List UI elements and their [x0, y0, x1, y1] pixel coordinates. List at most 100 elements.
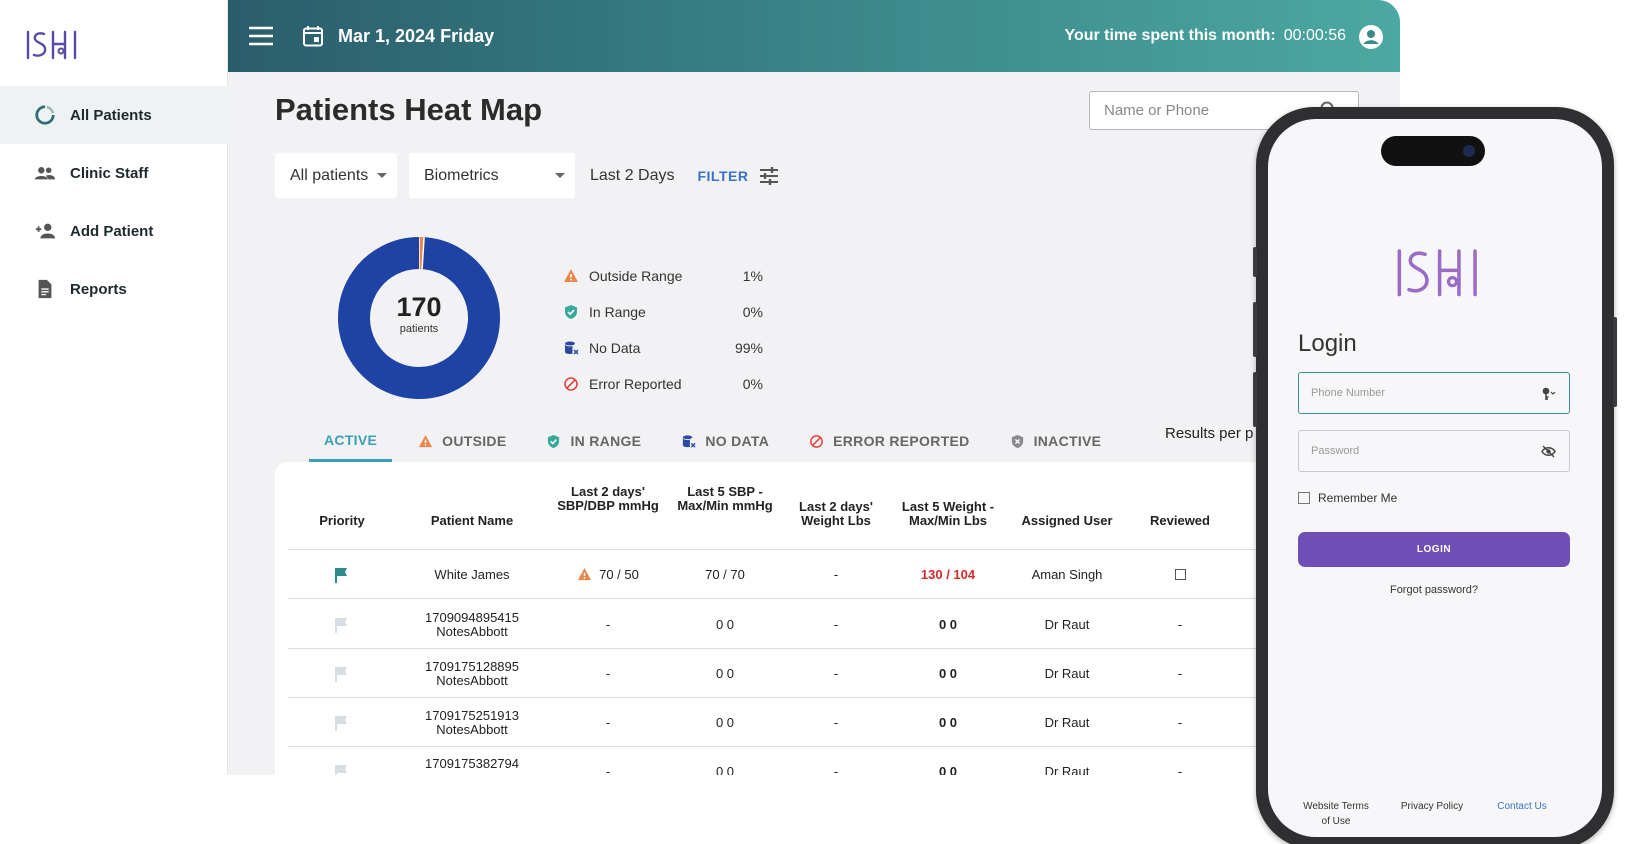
block-icon	[810, 434, 823, 448]
table-row[interactable]: 1709175251913 NotesAbbott - 0 0 - 0 0 Dr…	[288, 698, 1400, 747]
reviewed-cell: -	[1177, 714, 1183, 730]
remember-me-checkbox[interactable]	[1298, 492, 1310, 504]
patients-select[interactable]: All patients	[275, 153, 397, 198]
legend-label: In Range	[589, 304, 646, 320]
eye-off-icon[interactable]	[1541, 444, 1556, 459]
priority-cell	[302, 698, 382, 747]
hamburger-menu-icon[interactable]	[248, 26, 274, 46]
phone-number-input[interactable]: Phone Number	[1298, 372, 1570, 414]
forgot-password-link[interactable]: Forgot password?	[1298, 584, 1570, 596]
database-x-icon	[565, 341, 579, 355]
patient-name-cell[interactable]: 1709175251913 NotesAbbott	[412, 698, 532, 747]
assigned-user-cell: Dr Raut	[1044, 714, 1090, 730]
status-tabs: ACTIVE OUTSIDE IN RANGE NO DATA ERROR RE…	[309, 420, 1141, 462]
camera-icon	[1463, 145, 1475, 157]
sidebar-item-reports[interactable]: Reports	[0, 260, 228, 318]
legend-label: Error Reported	[589, 376, 682, 392]
page-title: Patients Heat Map	[275, 92, 543, 127]
ishi-logo	[1397, 249, 1477, 297]
reviewed-cell: -	[1177, 763, 1183, 775]
priority-cell	[302, 600, 382, 649]
legend-error-reported: Error Reported 0%	[563, 366, 763, 402]
reviewed-checkbox[interactable]	[1174, 569, 1186, 580]
warning-icon	[578, 567, 592, 581]
assigned-user-cell: Aman Singh	[1031, 566, 1103, 582]
add-person-icon	[35, 223, 56, 239]
sbp2-cell: -	[605, 763, 611, 775]
sidebar-item-all-patients[interactable]: All Patients	[0, 86, 228, 144]
legend-pct: 99%	[734, 340, 763, 356]
warning-icon	[564, 269, 578, 282]
sidebar-item-label: Reports	[70, 280, 127, 298]
tab-active[interactable]: ACTIVE	[309, 420, 393, 462]
priority-flag-icon[interactable]	[333, 665, 351, 683]
people-icon	[34, 167, 56, 180]
tab-error-reported[interactable]: ERROR REPORTED	[809, 420, 969, 462]
sbp5-cell: 0 0	[715, 714, 735, 730]
priority-flag-icon[interactable]	[333, 616, 351, 634]
col-header-reviewed[interactable]: Reviewed	[1140, 514, 1220, 528]
col-header-weight2[interactable]: Last 2 days' Weight Lbs	[786, 500, 886, 528]
remember-me[interactable]: Remember Me	[1298, 491, 1397, 505]
password-placeholder: Password	[1311, 445, 1360, 457]
login-title: Login	[1298, 330, 1357, 357]
col-header-priority[interactable]: Priority	[302, 514, 382, 528]
weight5-cell: 0 0	[938, 763, 958, 775]
col-header-sbp2[interactable]: Last 2 days' SBP/DBP mmHg	[553, 485, 663, 513]
shield-check-icon	[548, 434, 560, 448]
col-header-sbp5[interactable]: Last 5 SBP - Max/Min mmHg	[670, 485, 780, 513]
tab-label: NO DATA	[705, 433, 770, 449]
priority-cell	[302, 649, 382, 698]
tab-no-data[interactable]: NO DATA	[681, 420, 769, 462]
priority-cell	[302, 550, 382, 599]
filter-label: FILTER	[697, 167, 749, 184]
phone-number-placeholder: Phone Number	[1311, 387, 1385, 399]
sidebar: All Patients Clinic Staff Add Patient Re…	[0, 0, 228, 775]
weight5-cell: 0 0	[938, 665, 958, 681]
priority-flag-icon[interactable]	[333, 763, 351, 776]
stage: All Patients Clinic Staff Add Patient Re…	[0, 0, 1636, 844]
donut-total-label: patients	[399, 323, 439, 335]
ishi-logo	[26, 30, 77, 60]
priority-flag-icon[interactable]	[333, 566, 351, 584]
user-account-icon[interactable]	[1358, 24, 1384, 50]
col-header-assigned-user[interactable]: Assigned User	[1012, 514, 1122, 528]
table-row[interactable]: 1709094895415 NotesAbbott - 0 0 - 0 0 Dr…	[288, 600, 1400, 649]
tab-label: ERROR REPORTED	[833, 433, 970, 449]
sbp2-cell: -	[605, 665, 611, 681]
privacy-policy-link[interactable]: Privacy Policy	[1392, 799, 1472, 814]
patient-name-cell[interactable]: 1709175128895 NotesAbbott	[412, 649, 532, 698]
patient-name-cell[interactable]: 1709094895415 NotesAbbott	[412, 600, 532, 649]
remember-me-label: Remember Me	[1318, 491, 1398, 505]
table-row[interactable]: 1709175382794 - 0 0 - 0 0 Dr Raut -	[288, 747, 1400, 775]
shield-x-icon	[1011, 434, 1023, 448]
col-header-weight5[interactable]: Last 5 Weight - Max/Min Lbs	[893, 500, 1003, 528]
assigned-user-cell: Dr Raut	[1044, 665, 1090, 681]
category-select[interactable]: Biometrics	[409, 153, 575, 198]
sidebar-item-add-patient[interactable]: Add Patient	[0, 202, 228, 260]
weight5-cell: 0 0	[938, 616, 958, 632]
contact-us-link[interactable]: Contact Us	[1486, 799, 1558, 814]
sidebar-item-label: Clinic Staff	[70, 164, 149, 182]
patient-name-cell[interactable]: White James	[412, 550, 532, 599]
col-header-patient-name[interactable]: Patient Name	[412, 514, 532, 528]
website-terms-link[interactable]: Website Terms of Use	[1300, 799, 1372, 829]
sidebar-item-clinic-staff[interactable]: Clinic Staff	[0, 144, 228, 202]
key-icon	[1542, 387, 1556, 400]
filter-button[interactable]: FILTER	[697, 165, 780, 187]
date-range[interactable]: Last 2 Days	[590, 167, 674, 185]
phone-side-button	[1253, 247, 1257, 277]
patient-name-cell[interactable]: 1709175382794	[412, 747, 532, 775]
weight2-cell: -	[833, 566, 839, 582]
login-button[interactable]: LOGIN	[1298, 532, 1570, 567]
tab-label: INACTIVE	[1033, 433, 1102, 449]
tab-in-range[interactable]: IN RANGE	[546, 420, 641, 462]
tab-inactive[interactable]: INACTIVE	[1010, 420, 1102, 462]
reviewed-cell: -	[1177, 616, 1183, 632]
table-row[interactable]: 1709175128895 NotesAbbott - 0 0 - 0 0 Dr…	[288, 649, 1400, 698]
password-input[interactable]: Password	[1298, 430, 1570, 472]
search-placeholder: Name or Phone	[1104, 102, 1210, 119]
priority-flag-icon[interactable]	[333, 714, 351, 732]
tab-outside[interactable]: OUTSIDE	[418, 420, 506, 462]
table-row[interactable]: White James 70 / 50 70 / 70 - 130 / 104 …	[288, 550, 1400, 599]
